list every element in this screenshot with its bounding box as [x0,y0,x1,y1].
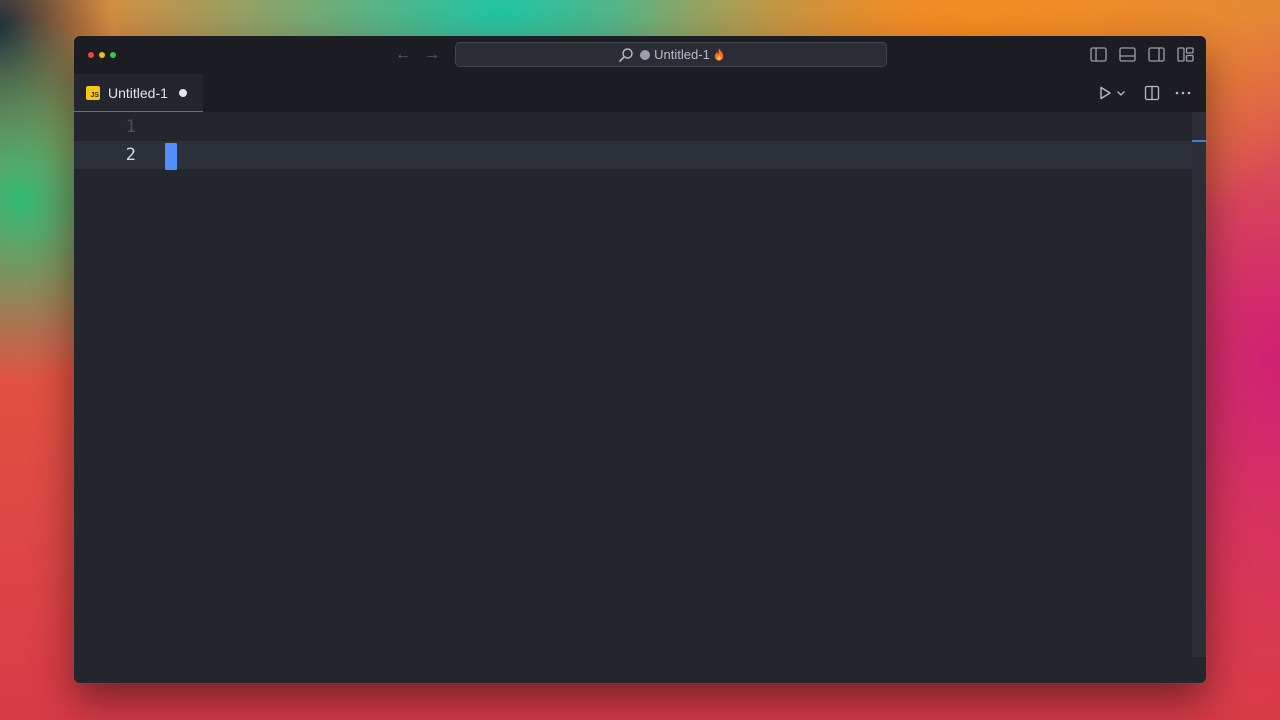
cursor-position-marker [1192,140,1206,142]
editor-line[interactable]: 1 [74,113,1192,141]
code-editor[interactable]: 1 2 [74,112,1192,683]
traffic-lights [88,52,116,58]
tab-bar: JS Untitled-1 [74,74,1206,112]
toggle-panel-icon[interactable] [1119,46,1136,63]
search-icon [619,47,633,62]
editor-window: ← → Untitled-1 JS Untitled-1 1 2 [74,36,1206,683]
run-icon[interactable] [1098,85,1112,101]
js-file-icon: JS [86,85,100,100]
back-arrow-icon[interactable]: ← [393,45,413,65]
customize-layout-icon[interactable] [1177,46,1194,63]
vertical-scrollbar[interactable] [1192,112,1206,657]
forward-arrow-icon[interactable]: → [422,45,442,65]
dirty-indicator [640,49,651,60]
zoom-window-button[interactable] [110,52,116,58]
toggle-primary-sidebar-icon[interactable] [1090,46,1107,63]
line-number: 1 [125,117,136,137]
tab-label: Untitled-1 [108,84,168,101]
split-editor-icon[interactable] [1144,85,1160,101]
layout-controls [1090,46,1194,63]
fire-icon [714,48,724,61]
toggle-secondary-sidebar-icon[interactable] [1148,46,1165,63]
minimize-window-button[interactable] [99,52,105,58]
line-number: 2 [125,145,136,165]
command-center[interactable]: Untitled-1 [455,42,887,67]
text-cursor [165,143,177,170]
unsaved-dot-icon[interactable] [178,88,187,97]
more-actions-icon[interactable] [1174,85,1192,101]
editor-line-current[interactable]: 2 [74,141,1192,170]
title-bar: ← → Untitled-1 [74,36,1206,74]
chevron-down-icon[interactable] [1116,85,1126,101]
tab-untitled-1[interactable]: JS Untitled-1 [74,74,203,112]
close-window-button[interactable] [88,52,94,58]
editor-actions [1098,74,1192,112]
command-center-title: Untitled-1 [654,47,710,62]
